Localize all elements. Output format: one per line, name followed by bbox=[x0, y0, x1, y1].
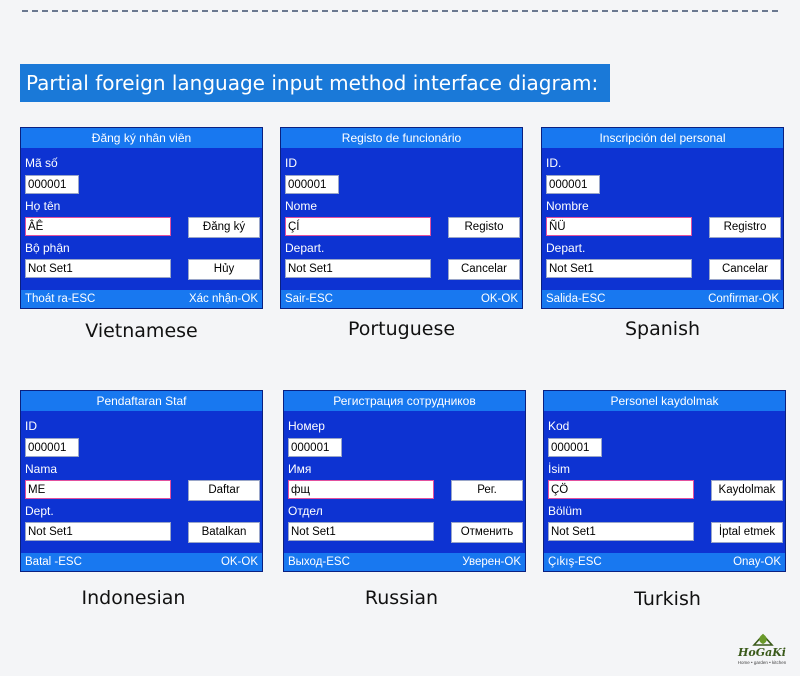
brand-name: HoGaKi bbox=[738, 646, 786, 659]
register-button[interactable]: Рег. bbox=[451, 480, 523, 501]
panel-russian: Регистрация сотрудников Номер 000001 Имя… bbox=[283, 390, 526, 572]
name-label: Nombre bbox=[546, 199, 589, 213]
id-field[interactable]: 000001 bbox=[25, 438, 79, 457]
panel-portuguese: Registo de funcionário ID 000001 Nome ÇÍ… bbox=[280, 127, 523, 309]
status-esc: Batal -ESC bbox=[25, 556, 82, 568]
panel-title: Đăng ký nhân viên bbox=[21, 128, 262, 148]
status-esc: Выход-ESC bbox=[288, 556, 350, 568]
caption-turkish: Turkish bbox=[634, 588, 701, 610]
name-field[interactable]: ÑÜ bbox=[546, 217, 692, 236]
status-bar: Thoát ra-ESC Xác nhận-OK bbox=[21, 290, 262, 308]
status-bar: Batal -ESC OK-OK bbox=[21, 553, 262, 571]
id-label: ID bbox=[25, 419, 37, 433]
leaf-house-icon bbox=[752, 633, 774, 646]
register-button[interactable]: Đăng ký bbox=[188, 217, 260, 238]
panel-title: Pendaftaran Staf bbox=[21, 391, 262, 411]
panel-title: Регистрация сотрудников bbox=[284, 391, 525, 411]
register-button[interactable]: Daftar bbox=[188, 480, 260, 501]
name-field[interactable]: ÇÖ bbox=[548, 480, 694, 499]
dept-label: Dept. bbox=[25, 504, 54, 518]
id-field[interactable]: 000001 bbox=[25, 175, 79, 194]
status-esc: Sair-ESC bbox=[285, 293, 333, 305]
id-label: Mã số bbox=[25, 156, 58, 170]
panel-turkish: Personel kaydolmak Kod 000001 İsim ÇÖ Ka… bbox=[543, 390, 786, 572]
dept-field[interactable]: Not Set1 bbox=[285, 259, 431, 278]
panel-spanish: Inscripción del personal ID. 000001 Nomb… bbox=[541, 127, 784, 309]
name-label: Nama bbox=[25, 462, 58, 476]
id-field[interactable]: 000001 bbox=[285, 175, 339, 194]
status-ok: Уверен-OK bbox=[462, 556, 521, 568]
dept-field[interactable]: Not Set1 bbox=[548, 522, 694, 541]
cancel-button[interactable]: Cancelar bbox=[709, 259, 781, 280]
register-button[interactable]: Registo bbox=[448, 217, 520, 238]
panel-title: Inscripción del personal bbox=[542, 128, 783, 148]
register-button[interactable]: Kaydolmak bbox=[711, 480, 783, 501]
status-ok: Onay-OK bbox=[733, 556, 781, 568]
dept-label: Depart. bbox=[546, 241, 586, 255]
dept-field[interactable]: Not Set1 bbox=[546, 259, 692, 278]
panel-title: Personel kaydolmak bbox=[544, 391, 785, 411]
brand-logo: HoGaKi Home • garden • kitchen bbox=[734, 632, 790, 668]
status-bar: Sair-ESC OK-OK bbox=[281, 290, 522, 308]
status-bar: Çıkış-ESC Onay-OK bbox=[544, 553, 785, 571]
id-field[interactable]: 000001 bbox=[548, 438, 602, 457]
name-field[interactable]: ME bbox=[25, 480, 171, 499]
dept-label: Depart. bbox=[285, 241, 325, 255]
cancel-button[interactable]: Cancelar bbox=[448, 259, 520, 280]
caption-vietnamese: Vietnamese bbox=[85, 320, 198, 342]
id-label: ID bbox=[285, 156, 297, 170]
dept-field[interactable]: Not Set1 bbox=[25, 522, 171, 541]
status-ok: OK-OK bbox=[480, 293, 518, 305]
status-bar: Выход-ESC Уверен-OK bbox=[284, 553, 525, 571]
panel-title: Registo de funcionário bbox=[281, 128, 522, 148]
name-field[interactable]: ÂÊ bbox=[25, 217, 171, 236]
name-field[interactable]: фщ bbox=[288, 480, 434, 499]
brand-tagline: Home • garden • kitchen bbox=[737, 660, 787, 665]
panel-indonesian: Pendaftaran Staf ID 000001 Nama ME Dafta… bbox=[20, 390, 263, 572]
id-label: ID. bbox=[546, 156, 562, 170]
cancel-button[interactable]: Batalkan bbox=[188, 522, 260, 543]
caption-portuguese: Portuguese bbox=[347, 318, 456, 340]
id-field[interactable]: 000001 bbox=[288, 438, 342, 457]
page-title-banner: Partial foreign language input method in… bbox=[20, 64, 611, 102]
cancel-button[interactable]: Отменить bbox=[451, 522, 523, 543]
caption-russian: Russian bbox=[364, 587, 439, 609]
cancel-button[interactable]: Hủy bbox=[188, 259, 260, 280]
panel-vietnamese: Đăng ký nhân viên Mã số 000001 Họ tên ÂÊ… bbox=[20, 127, 263, 309]
id-label: Kod bbox=[548, 419, 570, 433]
id-field[interactable]: 000001 bbox=[546, 175, 600, 194]
caption-spanish: Spanish bbox=[624, 318, 701, 340]
name-label: Имя bbox=[288, 462, 312, 476]
id-label: Номер bbox=[288, 419, 325, 433]
status-esc: Çıkış-ESC bbox=[548, 556, 602, 568]
name-label: Nome bbox=[285, 199, 318, 213]
status-ok: Xác nhận-OK bbox=[188, 293, 258, 305]
name-label: İsim bbox=[548, 462, 570, 476]
cancel-button[interactable]: İptal etmek bbox=[711, 522, 783, 543]
status-ok: OK-OK bbox=[220, 556, 258, 568]
dept-label: Bộ phận bbox=[25, 241, 70, 255]
name-field[interactable]: ÇÍ bbox=[285, 217, 431, 236]
status-bar: Salida-ESC Confirmar-OK bbox=[542, 290, 783, 308]
dept-field[interactable]: Not Set1 bbox=[25, 259, 171, 278]
dept-label: Bölüm bbox=[548, 504, 583, 518]
register-button[interactable]: Registro bbox=[709, 217, 781, 238]
name-label: Họ tên bbox=[25, 199, 61, 213]
dept-label: Отдел bbox=[288, 504, 323, 518]
top-dashed-divider bbox=[22, 10, 778, 12]
status-esc: Salida-ESC bbox=[546, 293, 606, 305]
caption-indonesian: Indonesian bbox=[81, 587, 186, 609]
status-esc: Thoát ra-ESC bbox=[25, 293, 96, 305]
status-ok: Confirmar-OK bbox=[708, 293, 779, 305]
dept-field[interactable]: Not Set1 bbox=[288, 522, 434, 541]
